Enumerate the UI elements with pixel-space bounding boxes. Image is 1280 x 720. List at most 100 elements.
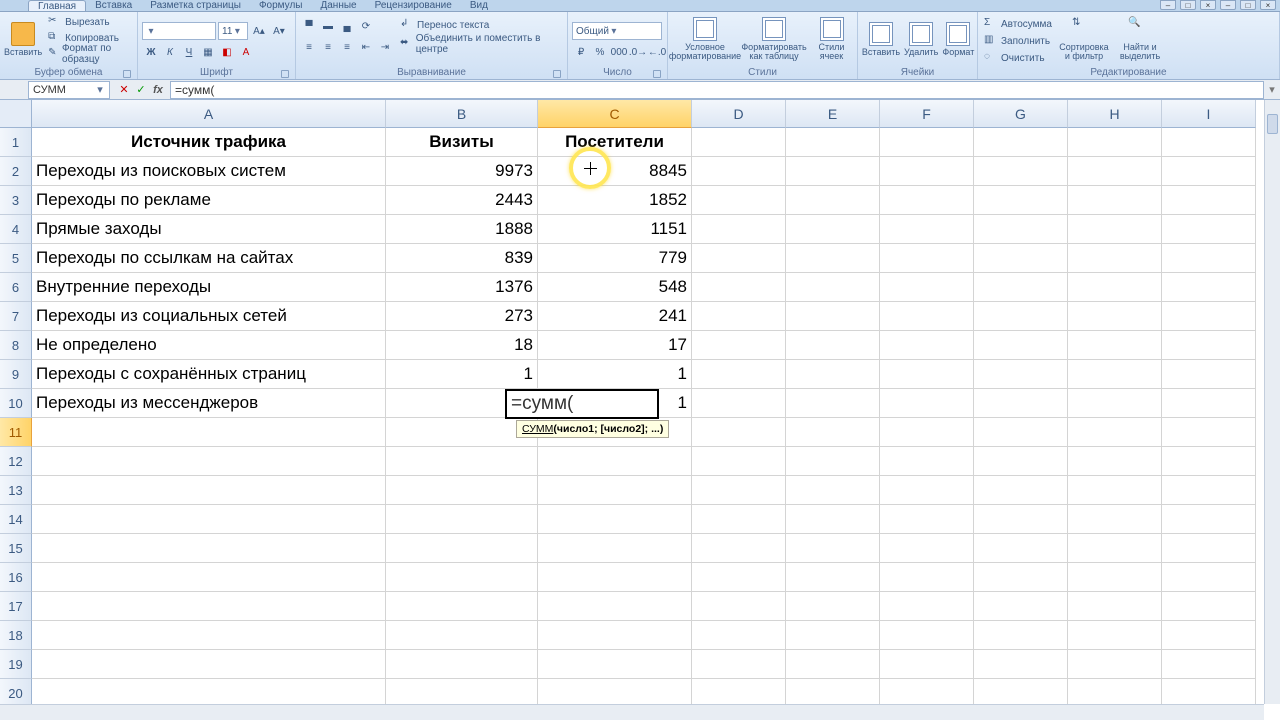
row-header-7[interactable]: 7: [0, 302, 32, 331]
scroll-thumb[interactable]: [1267, 114, 1278, 134]
confirm-edit-button[interactable]: ✓: [133, 82, 149, 98]
cell-G15[interactable]: [974, 534, 1068, 563]
dialog-launcher-icon[interactable]: [653, 70, 661, 78]
cell-H2[interactable]: [1068, 157, 1162, 186]
cell-F5[interactable]: [880, 244, 974, 273]
row-header-3[interactable]: 3: [0, 186, 32, 215]
cell-D5[interactable]: [692, 244, 786, 273]
conditional-formatting-button[interactable]: Условное форматирование: [672, 14, 738, 64]
cell-D2[interactable]: [692, 157, 786, 186]
app-window-button[interactable]: –: [1160, 0, 1176, 10]
cell-F18[interactable]: [880, 621, 974, 650]
increase-decimal-button[interactable]: .0→: [629, 43, 647, 61]
cell-E5[interactable]: [786, 244, 880, 273]
cell-F4[interactable]: [880, 215, 974, 244]
cell-C4[interactable]: 1151: [538, 215, 692, 244]
percent-button[interactable]: %: [591, 43, 609, 61]
grow-font-button[interactable]: A▴: [250, 22, 268, 40]
find-select-button[interactable]: 🔍Найти и выделить: [1114, 14, 1166, 64]
cell-A13[interactable]: [32, 476, 386, 505]
cell-H5[interactable]: [1068, 244, 1162, 273]
cell-D16[interactable]: [692, 563, 786, 592]
cell-G10[interactable]: [974, 389, 1068, 418]
cut-button[interactable]: ✂Вырезать: [46, 14, 133, 30]
row-header-16[interactable]: 16: [0, 563, 32, 592]
cell-B16[interactable]: [386, 563, 538, 592]
row-header-10[interactable]: 10: [0, 389, 32, 418]
cell-G6[interactable]: [974, 273, 1068, 302]
cell-I7[interactable]: [1162, 302, 1256, 331]
italic-button[interactable]: К: [161, 43, 179, 61]
cell-G11[interactable]: [974, 418, 1068, 447]
cell-A9[interactable]: Переходы с сохранённых страниц: [32, 360, 386, 389]
cell-I17[interactable]: [1162, 592, 1256, 621]
row-header-18[interactable]: 18: [0, 621, 32, 650]
cell-A3[interactable]: Переходы по рекламе: [32, 186, 386, 215]
cell-C20[interactable]: [538, 679, 692, 704]
cell-D10[interactable]: [692, 389, 786, 418]
cell-C17[interactable]: [538, 592, 692, 621]
merge-center-button[interactable]: ⬌Объединить и поместить в центре: [398, 36, 563, 52]
cell-A8[interactable]: Не определено: [32, 331, 386, 360]
cell-I18[interactable]: [1162, 621, 1256, 650]
align-right-button[interactable]: ≡: [338, 38, 356, 56]
cell-F11[interactable]: [880, 418, 974, 447]
cell-G8[interactable]: [974, 331, 1068, 360]
cell-D8[interactable]: [692, 331, 786, 360]
cell-E20[interactable]: [786, 679, 880, 704]
row-header-20[interactable]: 20: [0, 679, 32, 704]
cell-C1[interactable]: Посетители: [538, 128, 692, 157]
row-header-1[interactable]: 1: [0, 128, 32, 157]
cell-B18[interactable]: [386, 621, 538, 650]
cell-D1[interactable]: [692, 128, 786, 157]
cell-styles-button[interactable]: Стили ячеек: [810, 14, 853, 64]
cell-D11[interactable]: [692, 418, 786, 447]
cell-F17[interactable]: [880, 592, 974, 621]
shrink-font-button[interactable]: A▾: [270, 22, 288, 40]
cell-A7[interactable]: Переходы из социальных сетей: [32, 302, 386, 331]
column-header-G[interactable]: G: [974, 100, 1068, 128]
cell-F1[interactable]: [880, 128, 974, 157]
cell-A16[interactable]: [32, 563, 386, 592]
cell-A6[interactable]: Внутренние переходы: [32, 273, 386, 302]
paste-button[interactable]: Вставить: [4, 14, 42, 64]
cell-A19[interactable]: [32, 650, 386, 679]
cell-H15[interactable]: [1068, 534, 1162, 563]
cell-A4[interactable]: Прямые заходы: [32, 215, 386, 244]
decrease-decimal-button[interactable]: ←.0: [648, 43, 666, 61]
cell-H3[interactable]: [1068, 186, 1162, 215]
row-header-11[interactable]: 11: [0, 418, 32, 447]
cell-E13[interactable]: [786, 476, 880, 505]
currency-button[interactable]: ₽: [572, 43, 590, 61]
cell-D3[interactable]: [692, 186, 786, 215]
column-header-E[interactable]: E: [786, 100, 880, 128]
tab-данные[interactable]: Данные: [311, 0, 365, 11]
cell-I1[interactable]: [1162, 128, 1256, 157]
cell-A20[interactable]: [32, 679, 386, 704]
cell-H18[interactable]: [1068, 621, 1162, 650]
tab-вставка[interactable]: Вставка: [86, 0, 141, 11]
cell-H10[interactable]: [1068, 389, 1162, 418]
column-header-B[interactable]: B: [386, 100, 538, 128]
format-as-table-button[interactable]: Форматировать как таблицу: [742, 14, 806, 64]
cell-C7[interactable]: 241: [538, 302, 692, 331]
row-header-5[interactable]: 5: [0, 244, 32, 273]
cell-C8[interactable]: 17: [538, 331, 692, 360]
column-header-C[interactable]: C: [538, 100, 692, 128]
row-header-4[interactable]: 4: [0, 215, 32, 244]
cell-F7[interactable]: [880, 302, 974, 331]
cell-C13[interactable]: [538, 476, 692, 505]
cell-B14[interactable]: [386, 505, 538, 534]
font-family-select[interactable]: ▾: [142, 22, 216, 40]
cell-I16[interactable]: [1162, 563, 1256, 592]
row-header-6[interactable]: 6: [0, 273, 32, 302]
number-format-select[interactable]: Общий▾: [572, 22, 662, 40]
cell-I10[interactable]: [1162, 389, 1256, 418]
cell-H13[interactable]: [1068, 476, 1162, 505]
cell-A1[interactable]: Источник трафика: [32, 128, 386, 157]
cell-F8[interactable]: [880, 331, 974, 360]
active-edit-cell[interactable]: =сумм(: [505, 389, 659, 419]
cell-I2[interactable]: [1162, 157, 1256, 186]
cell-B9[interactable]: 1: [386, 360, 538, 389]
cell-B17[interactable]: [386, 592, 538, 621]
